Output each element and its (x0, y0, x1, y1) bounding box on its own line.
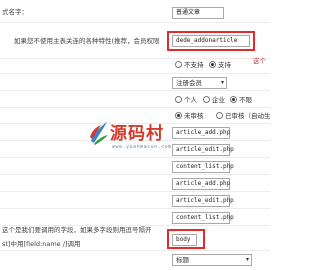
watermark: 源码村 www.yuanmacun.com (88, 117, 184, 159)
support-no-radio[interactable]: 不支持 (175, 60, 204, 69)
row-divider (0, 73, 270, 74)
member-type-company-radio[interactable]: 企业 (203, 95, 225, 104)
member-type-any-radio[interactable]: 不限 (230, 95, 252, 104)
member-type-company-label: 企业 (212, 96, 225, 104)
member-level-value: 注册会员 (176, 79, 202, 87)
template-list-input-2[interactable]: content_list.php (172, 212, 234, 224)
row-divider (0, 90, 270, 91)
row-divider (0, 208, 270, 209)
support-note: 这个 (253, 57, 266, 65)
brush-logo-icon (90, 122, 108, 145)
audit-approved-label: 已审核（自动生 (225, 112, 271, 120)
template-edit-input-2[interactable]: article_edit.php (172, 195, 234, 207)
row-divider (0, 174, 270, 175)
title-field-value: 标题 (176, 256, 189, 264)
support-yes-radio[interactable]: 支持 (209, 60, 231, 69)
watermark-url: www.yuanmacun.com (112, 144, 172, 150)
row-divider (0, 250, 270, 251)
model-name-input[interactable]: 普通文章 (172, 7, 224, 19)
row-divider (0, 22, 270, 23)
support-no-label: 不支持 (184, 61, 204, 69)
row-divider (0, 107, 270, 108)
watermark-text: 源码村 (110, 124, 164, 144)
member-type-personal-label: 个人 (184, 96, 197, 104)
model-name-label: 式名字： (2, 8, 28, 16)
row-divider (0, 191, 270, 192)
row-divider (0, 58, 270, 59)
support-yes-label: 支持 (218, 61, 231, 69)
chevron-down-icon: ▾ (245, 256, 249, 263)
list-field-label: 这个是我们要调用的字段，如果多字段则用逗号隔开 (2, 226, 152, 234)
addon-table-label: 如果您不使用主表关连的各种特性(推荐，会员权限 (14, 37, 160, 45)
addon-table-highlight (167, 31, 255, 51)
list-field-hint: st]中用[field:name /]调用 (2, 240, 81, 248)
template-list-input[interactable]: content_list.php (172, 161, 234, 173)
member-type-any-label: 不限 (239, 96, 252, 104)
member-level-select[interactable]: 注册会员 ▾ (172, 77, 227, 89)
audit-approved-radio[interactable]: 已审核（自动生 (216, 111, 271, 120)
audit-pending-label: 未审核 (184, 112, 204, 120)
chevron-down-icon: ▾ (220, 79, 224, 86)
list-field-highlight (167, 229, 205, 249)
template-add-input-2[interactable]: article_add.php (172, 178, 230, 190)
title-field-select[interactable]: 标题 ▾ (172, 254, 252, 266)
member-type-personal-radio[interactable]: 个人 (175, 95, 197, 104)
